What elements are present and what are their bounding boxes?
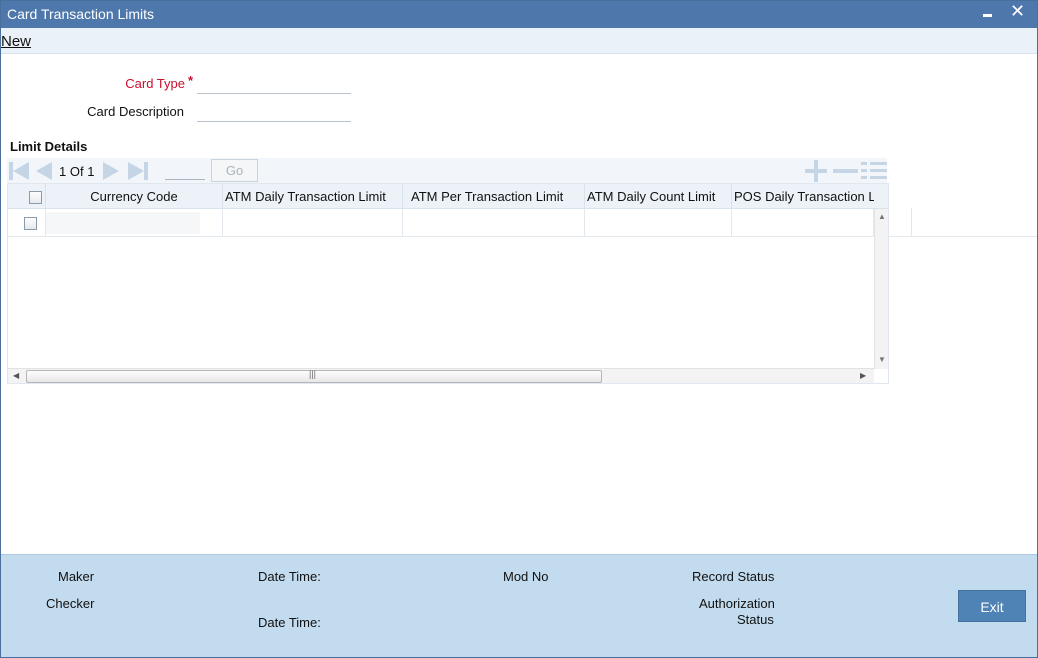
atm-daily-transaction-limit-cell[interactable]: [223, 209, 403, 237]
card-description-field[interactable]: [197, 104, 351, 122]
title-bar: Card Transaction Limits ✕: [1, 1, 1037, 28]
previous-page-icon[interactable]: [36, 162, 52, 180]
horizontal-scrollbar[interactable]: ◀ ||| ▶: [8, 368, 874, 383]
select-all-cell: [8, 184, 46, 209]
vertical-scrollbar[interactable]: ▲ ▼: [874, 209, 888, 369]
scroll-grip-icon: |||: [309, 369, 317, 379]
current-page: 1: [59, 164, 67, 179]
column-header-atm-daily-transaction-limit[interactable]: ATM Daily Transaction Limit: [223, 184, 403, 209]
column-header-pos-daily-transaction-limit[interactable]: POS Daily Transaction Limit: [732, 184, 874, 209]
single-record-view-icon[interactable]: [861, 160, 887, 182]
audit-footer: Maker Checker Date Time: Date Time: Mod …: [1, 554, 1037, 657]
card-type-label-text: Card Type: [125, 76, 185, 91]
exit-button[interactable]: Exit: [958, 590, 1026, 622]
atm-daily-count-limit-cell[interactable]: [585, 209, 732, 237]
next-page-icon[interactable]: [103, 162, 119, 180]
last-page-icon[interactable]: [128, 162, 144, 180]
required-marker: *: [188, 73, 194, 88]
checker-date-time-label: Date Time:: [258, 615, 321, 630]
menu-bar: New: [1, 28, 1037, 54]
window-title: Card Transaction Limits: [7, 6, 155, 22]
currency-code-cell: [46, 209, 223, 237]
scroll-left-icon[interactable]: ◀: [13, 371, 19, 380]
of-label: Of: [69, 164, 84, 179]
row-extension-divider: [911, 208, 912, 237]
card-type-field[interactable]: [197, 76, 351, 94]
mod-no-label: Mod No: [503, 569, 549, 584]
page-number-input[interactable]: [165, 161, 205, 180]
checker-label: Checker: [46, 596, 95, 611]
row-select-cell: [8, 209, 46, 237]
record-status-label: Record Status: [692, 569, 775, 584]
add-row-icon[interactable]: [805, 160, 827, 182]
go-button[interactable]: Go: [211, 159, 258, 182]
currency-code-input[interactable]: [46, 212, 200, 234]
column-header-atm-daily-count-limit[interactable]: ATM Daily Count Limit: [585, 184, 732, 209]
close-icon[interactable]: ✕: [1010, 1, 1025, 22]
maker-date-time-label: Date Time:: [258, 569, 321, 584]
total-pages: 1: [87, 164, 95, 179]
authorization-label: Authorization: [699, 596, 775, 611]
maker-label: Maker: [58, 569, 95, 584]
atm-per-transaction-limit-cell[interactable]: [403, 209, 585, 237]
limit-details-title: Limit Details: [10, 139, 88, 154]
card-transaction-limits-window: Card Transaction Limits ✕ New Card Type …: [0, 0, 1038, 658]
page-info: 1 Of 1: [59, 164, 94, 179]
pos-daily-transaction-limit-cell[interactable]: [732, 209, 874, 237]
scroll-down-icon[interactable]: ▼: [878, 355, 886, 364]
table-row: [8, 209, 888, 237]
horizontal-scroll-thumb[interactable]: |||: [26, 369, 602, 383]
authorization-status-label: Status: [737, 612, 774, 627]
card-type-label: Card Type: [91, 76, 185, 91]
first-page-icon[interactable]: [13, 162, 29, 180]
select-all-checkbox[interactable]: [29, 191, 42, 204]
limit-details-grid: Currency Code ATM Daily Transaction Limi…: [7, 183, 889, 384]
last-page-bar: [144, 162, 148, 180]
scroll-right-icon[interactable]: ▶: [860, 371, 866, 380]
column-header-atm-per-transaction-limit[interactable]: ATM Per Transaction Limit: [403, 184, 585, 209]
minimize-icon[interactable]: [981, 5, 995, 23]
scroll-up-icon[interactable]: ▲: [878, 212, 886, 221]
grid-toolbar: 1 Of 1 Go: [7, 158, 887, 183]
card-description-label: Card Description: [87, 104, 184, 119]
delete-row-icon[interactable]: [833, 169, 858, 173]
grid-header: Currency Code ATM Daily Transaction Limi…: [8, 184, 888, 209]
row-checkbox[interactable]: [24, 217, 37, 230]
new-link[interactable]: New: [1, 33, 31, 50]
row-extension: [889, 208, 1037, 237]
column-header-currency-code[interactable]: Currency Code: [46, 184, 223, 209]
